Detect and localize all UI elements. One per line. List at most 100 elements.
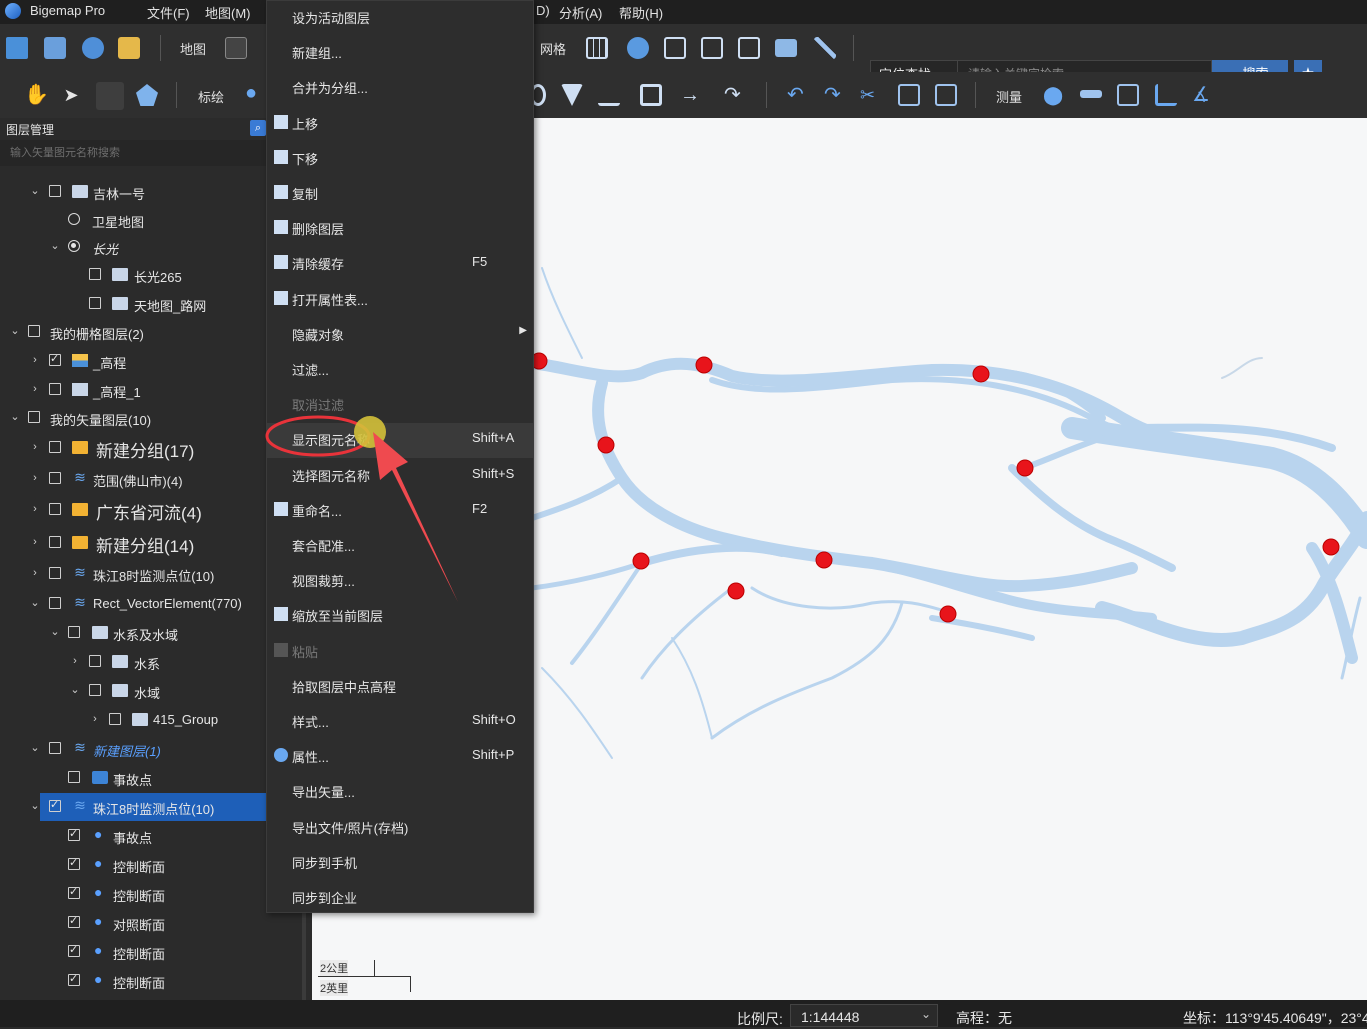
chevron-down-icon[interactable]: ⌄ <box>28 596 42 610</box>
layer-checkbox[interactable] <box>49 472 61 484</box>
layer-checkbox[interactable] <box>89 655 101 667</box>
context-menu-item[interactable]: 套合配准... <box>267 529 533 564</box>
layer-tree-row[interactable]: 事故点 <box>0 764 266 792</box>
context-menu-item[interactable]: 删除图层 <box>267 212 533 247</box>
context-menu-item[interactable]: 重命名... F2 <box>267 494 533 529</box>
select-polygon-icon[interactable] <box>136 84 158 106</box>
context-menu-item[interactable]: 复制 <box>267 177 533 212</box>
chevron-down-icon[interactable]: ⌄ <box>48 625 62 639</box>
context-menu-item[interactable]: 粘贴 <box>267 635 533 670</box>
chevron-right-icon[interactable]: › <box>28 471 42 485</box>
open-folder-icon[interactable] <box>6 37 28 59</box>
layer-tree-row[interactable]: ⌄ 我的栅格图层(2) <box>0 318 266 346</box>
context-menu-item[interactable]: 选择图元名称 Shift+S <box>267 459 533 494</box>
ruler-icon[interactable] <box>1080 90 1102 98</box>
layer-radio[interactable] <box>68 213 80 225</box>
layer-checkbox[interactable] <box>49 383 61 395</box>
save-icon[interactable] <box>44 37 66 59</box>
context-menu-item[interactable]: 下移 <box>267 142 533 177</box>
height-measure-icon[interactable] <box>1155 84 1177 106</box>
redo-icon[interactable]: ↷ <box>824 84 846 106</box>
map-source-icon[interactable] <box>225 37 247 59</box>
context-menu-item[interactable]: 同步到企业 <box>267 881 533 916</box>
layer-checkbox[interactable] <box>68 626 80 638</box>
chevron-right-icon[interactable]: › <box>88 712 102 726</box>
monitoring-point-marker[interactable] <box>632 552 650 570</box>
menu-partial[interactable]: D) <box>536 3 550 18</box>
chevron-down-icon[interactable]: ⌄ <box>48 239 62 253</box>
context-menu-item[interactable]: 上移 <box>267 107 533 142</box>
funnel-icon[interactable] <box>561 84 583 106</box>
layer-checkbox[interactable] <box>109 713 121 725</box>
context-menu-item[interactable]: 拾取图层中点高程 <box>267 670 533 705</box>
context-menu-item[interactable]: 合并为分组... <box>267 71 533 106</box>
layer-checkbox[interactable] <box>49 597 61 609</box>
context-menu-item[interactable]: 样式... Shift+O <box>267 705 533 740</box>
copy-icon[interactable] <box>898 84 920 106</box>
layer-tree-row[interactable]: ● 控制断面 <box>0 880 266 908</box>
layer-tree-row[interactable]: › _高程_1 <box>0 376 266 404</box>
km-grid-icon[interactable] <box>664 37 686 59</box>
layer-checkbox[interactable] <box>68 972 80 986</box>
layer-tree-row[interactable]: 天地图_路网 <box>0 290 266 318</box>
context-menu-item[interactable]: 缩放至当前图层 <box>267 599 533 634</box>
chevron-right-icon[interactable]: › <box>68 654 82 668</box>
chevron-down-icon[interactable]: ⌄ <box>28 741 42 755</box>
panel-search-icon[interactable]: ⌕ <box>250 120 266 136</box>
layer-tree-row[interactable]: › _高程 <box>0 347 266 375</box>
layer-checkbox[interactable] <box>49 567 61 579</box>
draw-toolbar-label[interactable]: 标绘 <box>198 87 224 106</box>
marker-pin-icon[interactable]: ● <box>245 82 267 104</box>
image-icon[interactable] <box>118 37 140 59</box>
layer-tree-row[interactable]: ● 控制断面 <box>0 967 266 995</box>
measure-toolbar-label[interactable]: 测量 <box>996 87 1022 106</box>
context-menu-item[interactable]: 显示图元名称 Shift+A <box>267 423 533 459</box>
context-menu-item[interactable]: 打开属性表... <box>267 283 533 318</box>
layer-checkbox[interactable] <box>49 503 61 515</box>
layer-tree-row[interactable]: › ≋ 范围(佛山市)(4) <box>0 465 266 493</box>
select-arrow-icon[interactable]: ➤ <box>60 84 82 106</box>
layer-checkbox[interactable] <box>68 771 80 783</box>
layer-checkbox[interactable] <box>49 185 61 197</box>
monitoring-point-marker[interactable] <box>727 582 745 600</box>
menu-file[interactable]: 文件(F) <box>147 3 190 22</box>
context-menu-item[interactable]: 过滤... <box>267 353 533 388</box>
mgrs-grid-icon[interactable] <box>738 37 760 59</box>
layer-checkbox[interactable] <box>49 536 61 548</box>
context-menu-item[interactable]: 新建组... <box>267 36 533 71</box>
chevron-right-icon[interactable]: › <box>28 502 42 516</box>
undo-icon[interactable]: ↶ <box>787 84 809 106</box>
monitoring-point-marker[interactable] <box>695 356 713 374</box>
layer-tree-row[interactable]: › 新建分组(14) <box>0 529 266 557</box>
layer-search-input[interactable] <box>0 140 266 166</box>
layer-checkbox[interactable] <box>89 684 101 696</box>
layer-checkbox[interactable] <box>68 827 80 841</box>
monitoring-point-marker[interactable] <box>1016 459 1034 477</box>
layer-checkbox[interactable] <box>49 441 61 453</box>
layer-checkbox[interactable] <box>68 885 80 899</box>
monitoring-point-marker[interactable] <box>597 436 615 454</box>
layer-tree-row[interactable]: ● 事故点 <box>0 822 266 850</box>
folder-grid-icon[interactable] <box>775 39 797 57</box>
chevron-down-icon[interactable]: ⌄ <box>68 683 82 697</box>
grid-toolbar-label[interactable]: 网格 <box>540 39 566 58</box>
pan-hand-icon[interactable]: ✋ <box>24 84 49 106</box>
globe-grid-icon[interactable] <box>627 37 649 59</box>
layer-tree-row[interactable]: ⌄ 水域 <box>0 677 266 705</box>
context-menu-item[interactable]: 导出文件/照片(存档) <box>267 811 533 846</box>
layer-tree-row[interactable]: › 水系 <box>0 648 266 676</box>
arrow-right-icon[interactable]: → <box>680 84 702 106</box>
angle-measure-icon[interactable]: ∡ <box>1192 84 1214 106</box>
layer-tree-row[interactable]: ● 控制断面 <box>0 851 266 879</box>
layer-tree-row[interactable]: ⌄ 长光 <box>0 233 266 261</box>
monitoring-point-marker[interactable] <box>939 605 957 623</box>
menu-analysis[interactable]: 分析(A) <box>559 3 602 22</box>
brush-icon[interactable] <box>814 37 836 59</box>
context-menu-item[interactable]: 属性... Shift+P <box>267 740 533 775</box>
menu-map[interactable]: 地图(M) <box>205 3 251 22</box>
context-menu-item[interactable]: 导出矢量... <box>267 775 533 810</box>
context-menu-item[interactable]: 清除缓存 F5 <box>267 247 533 282</box>
chevron-right-icon[interactable]: › <box>28 353 42 367</box>
chevron-right-icon[interactable]: › <box>28 535 42 549</box>
layer-tree-row[interactable]: 长光265 <box>0 261 266 289</box>
